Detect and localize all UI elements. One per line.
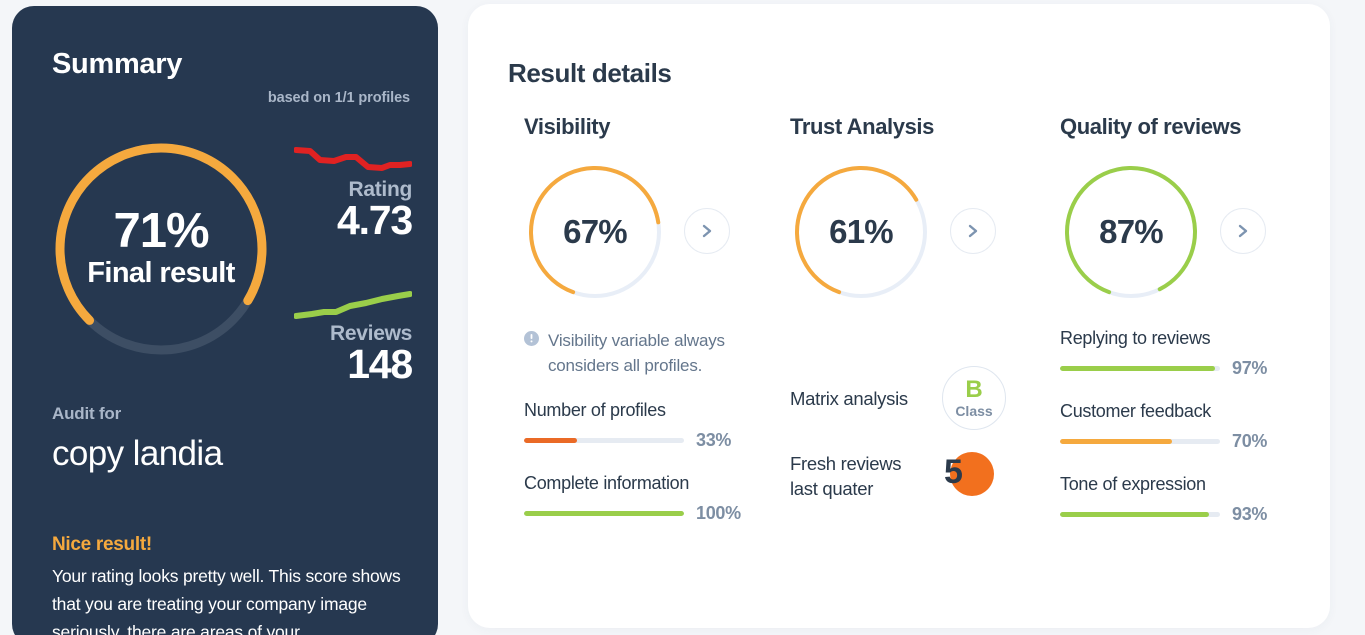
quality-details-arrow-button[interactable] xyxy=(1220,208,1266,254)
progress-bar xyxy=(1060,366,1220,371)
page-title: Summary xyxy=(52,48,183,80)
final-result-label: Final result xyxy=(87,257,235,290)
reviews-value: 148 xyxy=(347,341,413,388)
column-title-quality-of-reviews: Quality of reviews xyxy=(1060,114,1242,139)
visibility-info-note: Visibility variable always considers all… xyxy=(524,328,762,378)
metric-customer-feedback: Customer feedback 70% xyxy=(1060,401,1320,452)
based-on-label: based on 1/1 profiles xyxy=(267,90,410,106)
info-icon xyxy=(524,331,539,378)
audit-dashboard: Summary based on 1/1 profiles 71% Final … xyxy=(0,0,1365,635)
result-details-card: Result details Visibility 67% Visibility… xyxy=(468,4,1330,628)
metric-label: Complete information xyxy=(524,473,690,493)
trust-gauge-row: 61% xyxy=(790,162,1040,302)
visibility-gauge: 67% xyxy=(524,162,666,302)
column-title-trust-analysis: Trust Analysis xyxy=(790,114,934,139)
chevron-right-icon xyxy=(968,224,977,238)
metric-label: Replying to reviews xyxy=(1060,328,1211,348)
metric-value: 33% xyxy=(696,430,732,450)
verdict-title: Nice result! xyxy=(52,534,152,555)
summary-panel: Summary based on 1/1 profiles 71% Final … xyxy=(12,6,438,635)
progress-bar-fill xyxy=(1060,439,1172,444)
progress-bar xyxy=(524,438,684,443)
metric-value: 70% xyxy=(1232,431,1268,451)
progress-bar xyxy=(1060,512,1220,517)
visibility-percent: 67% xyxy=(563,213,627,250)
audit-for-label: Audit for xyxy=(52,404,122,423)
class-word: Class xyxy=(955,402,993,419)
metric-label: Number of profiles xyxy=(524,400,666,420)
fresh-reviews-badge: 5 xyxy=(942,450,994,502)
trust-details-arrow-button[interactable] xyxy=(950,208,996,254)
result-details-title: Result details xyxy=(508,58,672,88)
metric-number-of-profiles: Number of profiles 33% xyxy=(524,400,774,451)
progress-bar-fill xyxy=(1060,512,1209,517)
class-badge: B Class xyxy=(942,366,1006,430)
fresh-reviews-label: Fresh reviews last quater xyxy=(790,451,942,501)
metric-value: 100% xyxy=(696,503,741,523)
metric-tone-of-expression: Tone of expression 93% xyxy=(1060,474,1320,525)
verdict-text: Your rating looks pretty well. This scor… xyxy=(52,566,401,635)
fresh-reviews-label-line1: Fresh reviews xyxy=(790,453,902,474)
quality-gauge-row: 87% xyxy=(1060,162,1320,302)
metric-replying-to-reviews: Replying to reviews 97% xyxy=(1060,328,1320,379)
visibility-details-arrow-button[interactable] xyxy=(684,208,730,254)
final-result-percent: 71% xyxy=(113,204,209,259)
rating-stat: Rating 4.73 xyxy=(294,144,413,244)
matrix-analysis-label: Matrix analysis xyxy=(790,387,908,409)
progress-bar xyxy=(524,511,684,516)
column-trust-analysis: Trust Analysis 61% Matrix analysis B Cla… xyxy=(790,114,1040,508)
progress-bar xyxy=(1060,439,1220,444)
final-result-center: 71% Final result xyxy=(50,138,272,360)
rating-sparkline-down xyxy=(294,147,412,171)
chevron-right-icon xyxy=(1238,224,1247,238)
metric-value: 93% xyxy=(1232,504,1268,524)
progress-bar-fill xyxy=(1060,366,1216,371)
rating-value: 4.73 xyxy=(337,197,413,244)
metric-label: Customer feedback xyxy=(1060,401,1211,421)
reviews-stat: Reviews 148 xyxy=(294,288,413,388)
class-letter: B xyxy=(965,375,983,403)
reviews-sparkline-up xyxy=(294,291,412,319)
progress-bar-fill xyxy=(524,511,684,516)
fresh-reviews-count: 5 xyxy=(944,453,963,491)
column-quality-of-reviews: Quality of reviews 87% Replying to revie xyxy=(1060,114,1320,525)
quality-percent: 87% xyxy=(1099,213,1163,250)
metric-complete-information: Complete information 100% xyxy=(524,473,774,524)
trust-gauge: 61% xyxy=(790,162,932,302)
progress-bar-fill xyxy=(524,438,577,443)
chevron-right-icon xyxy=(702,224,711,238)
quality-gauge: 87% xyxy=(1060,162,1202,302)
metric-label: Tone of expression xyxy=(1060,474,1206,494)
column-visibility: Visibility 67% Visibility variable alway… xyxy=(524,114,774,524)
metric-value: 97% xyxy=(1232,358,1268,378)
company-name: copy landia xyxy=(52,434,223,473)
fresh-reviews-label-line2: last quater xyxy=(790,478,874,499)
final-result-donut: 71% Final result xyxy=(50,138,272,360)
matrix-analysis-row: Matrix analysis B Class xyxy=(790,366,1040,430)
visibility-info-text: Visibility variable always considers all… xyxy=(548,331,725,375)
column-title-visibility: Visibility xyxy=(524,114,611,139)
trust-percent: 61% xyxy=(829,213,893,250)
fresh-reviews-row: Fresh reviews last quater 5 xyxy=(790,444,1040,508)
visibility-gauge-row: 67% xyxy=(524,162,774,302)
